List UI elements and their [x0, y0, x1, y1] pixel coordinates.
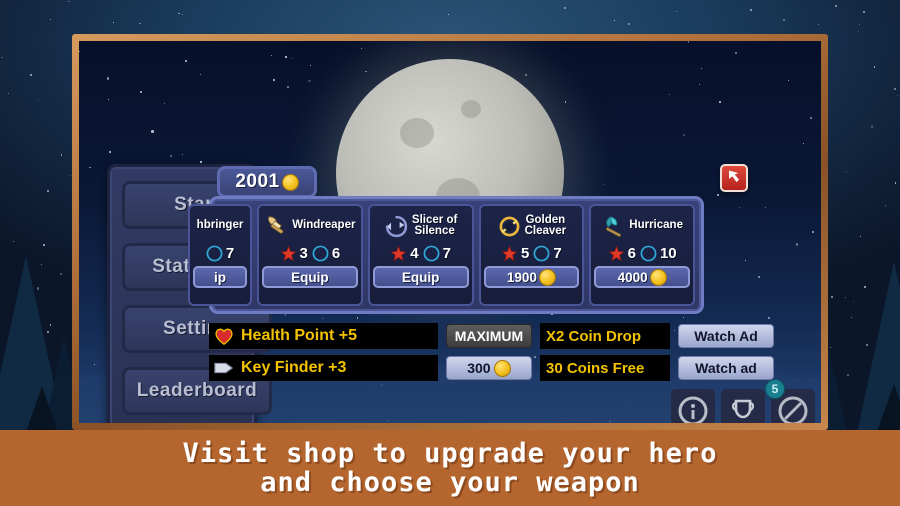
coin-icon [281, 173, 299, 191]
shop-bottom-rows: Health Point +5 MAXIMUM X2 Coin Drop Wat… [209, 323, 774, 387]
weapon-card[interactable]: Golden Cleaver 5 7 1900 [478, 204, 585, 306]
weapon-damage: 4 [410, 245, 419, 262]
weapon-action-label: Equip [401, 269, 440, 285]
screenshot-frame: Start Statistics Setting Leaderboard 200… [72, 34, 828, 430]
shop-overlay: 2001 hbringer 7 ip Windreaper 3 6 Equip … [188, 164, 748, 314]
axe-hammer-icon [268, 216, 284, 234]
weapon-action-button[interactable]: Equip [262, 266, 358, 288]
red-star-icon [608, 245, 625, 262]
weapon-damage: 5 [521, 245, 530, 262]
ad-label: X2 Coin Drop [540, 323, 670, 349]
blue-crescent-icon [640, 245, 657, 262]
watch-ad-button[interactable]: Watch ad [678, 356, 774, 380]
upgrade-health-button[interactable]: MAXIMUM [445, 324, 532, 348]
coin-icon [493, 359, 511, 377]
weapon-speed: 6 [331, 245, 341, 262]
weapon-action-button[interactable]: ip [193, 266, 247, 288]
blue-crescent-icon [312, 245, 329, 262]
weapon-name: Golden Cleaver [524, 213, 567, 237]
heart-icon [215, 328, 233, 345]
watch-ad-label: Watch Ad [694, 328, 758, 344]
back-arrow-icon [729, 170, 739, 183]
ad-offer-free-coins: 30 Coins Free Watch ad [540, 355, 774, 381]
weapon-damage: 3 [299, 245, 308, 262]
coin-icon [649, 268, 667, 286]
weapon-damage: 6 [627, 245, 636, 262]
golden-ring-icon [499, 216, 520, 236]
upgrade-key-button[interactable]: 300 [445, 356, 532, 380]
blue-crescent-icon [533, 245, 550, 262]
boomerang-blade-icon [385, 215, 408, 237]
weapon-action-label: ip [214, 269, 226, 285]
weapon-stats: 6 10 [608, 245, 677, 262]
weapon-stats: 7 [206, 245, 234, 262]
upgrade-label: Key Finder +3 [241, 359, 347, 376]
upgrade-price: 300 [467, 360, 491, 376]
coin-amount: 2001 [235, 171, 280, 192]
weapon-action-button[interactable]: Equip [372, 266, 469, 288]
info-icon [678, 396, 708, 423]
upgrade-health: Health Point +5 [209, 323, 438, 349]
upgrade-row: Health Point +5 MAXIMUM X2 Coin Drop Wat… [209, 323, 774, 349]
weapon-card[interactable]: Hurricane 6 10 4000 [589, 204, 695, 306]
red-star-icon [280, 245, 296, 262]
weapon-speed: 10 [659, 245, 677, 262]
weapon-name: hbringer [196, 219, 244, 232]
caption-band: Visit shop to upgrade your hero and choo… [0, 430, 900, 506]
weapon-action-label: Equip [291, 269, 329, 285]
ad-offer-x2coin: X2 Coin Drop Watch Ad [540, 323, 774, 349]
watch-ad-button[interactable]: Watch Ad [678, 324, 774, 348]
blue-crescent-icon [206, 245, 223, 262]
coin-balance: 2001 [217, 166, 317, 198]
weapon-speed: 7 [225, 245, 235, 262]
trophy-icon [731, 399, 755, 419]
upgrade-button-label: MAXIMUM [454, 328, 524, 344]
red-star-icon [390, 245, 407, 262]
game-screenshot: Start Statistics Setting Leaderboard 200… [0, 0, 900, 506]
weapon-price: 4000 [617, 269, 648, 285]
key-icon [214, 362, 234, 374]
weapon-stats: 3 6 [280, 245, 341, 262]
watch-ad-label: Watch ad [695, 360, 757, 376]
blue-crescent-icon [423, 245, 440, 262]
weapon-action-button[interactable]: 1900 [483, 266, 580, 288]
teal-axe-icon [606, 215, 622, 237]
weapon-name: Slicer of Silence [411, 213, 458, 237]
weapon-shelf: hbringer 7 ip Windreaper 3 6 Equip Slice… [188, 196, 704, 314]
weapon-card[interactable]: Slicer of Silence 4 7 Equip [367, 204, 474, 306]
red-star-icon [501, 245, 518, 262]
back-button[interactable] [720, 164, 748, 192]
coin-icon [538, 268, 556, 286]
hud-icon-bar: 5 [671, 379, 815, 423]
caption-line-2: and choose your weapon [260, 467, 640, 498]
weapon-name: Windreaper [292, 219, 356, 232]
game-view: Start Statistics Setting Leaderboard 200… [79, 41, 821, 423]
weapon-speed: 7 [442, 245, 451, 262]
compass-icon [778, 396, 808, 423]
weapon-speed: 7 [553, 245, 562, 262]
weapon-card[interactable]: hbringer 7 ip [188, 204, 252, 306]
weapon-card[interactable]: Windreaper 3 6 Equip [257, 204, 363, 306]
upgrade-row: Key Finder +3 300 30 Coins Free Watch ad [209, 355, 774, 381]
ad-label: 30 Coins Free [540, 355, 670, 381]
weapon-name: Hurricane [629, 219, 683, 232]
hud-compass-button[interactable]: 5 [765, 379, 815, 423]
weapon-action-button[interactable]: 4000 [594, 266, 690, 288]
weapon-stats: 4 7 [390, 245, 451, 262]
upgrade-key-finder: Key Finder +3 [209, 355, 438, 381]
hud-trophy-button[interactable] [721, 389, 765, 423]
weapon-price: 1900 [506, 269, 537, 285]
upgrade-label: Health Point +5 [241, 327, 358, 344]
caption-line-1: Visit shop to upgrade your hero [182, 438, 718, 469]
hud-info-button[interactable] [671, 389, 715, 423]
weapon-stats: 5 7 [501, 245, 562, 262]
